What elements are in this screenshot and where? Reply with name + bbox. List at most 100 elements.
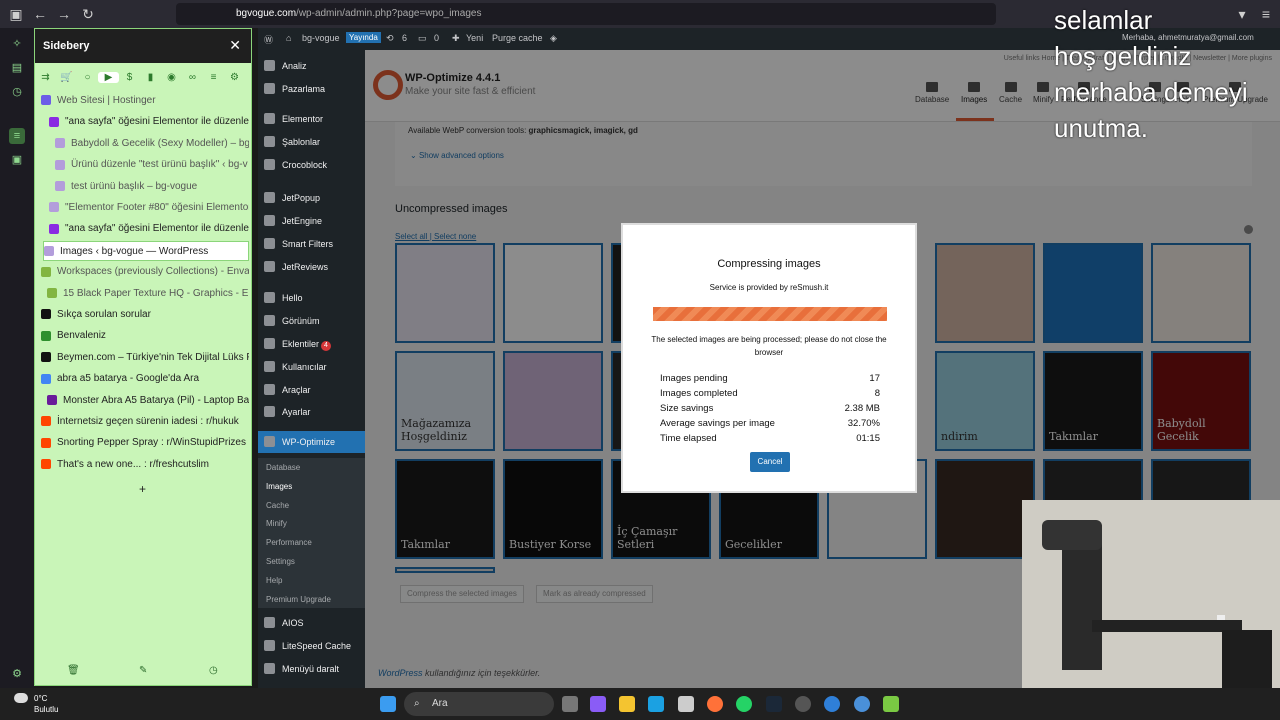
forward-icon[interactable]: → — [54, 4, 74, 24]
sidebar-tab-item[interactable]: Web Sitesi | Hostinger — [41, 91, 249, 111]
windows-start-icon[interactable] — [380, 696, 396, 712]
sidebar-tab-item[interactable]: Sıkça sorulan sorular — [41, 305, 249, 325]
wp-submenu-item[interactable]: Minify — [258, 515, 365, 533]
wp-menu-item[interactable]: Crocoblock — [258, 154, 365, 176]
glasses-icon[interactable]: ∞ — [182, 72, 203, 83]
back-icon[interactable]: ← — [30, 4, 50, 24]
wp-submenu-item[interactable]: Premium Upgrade — [258, 591, 365, 609]
wp-menu-item[interactable]: Pazarlama — [258, 78, 365, 100]
sidebar-icon-rail: ✧ ▤ ◷ ≡ ▣ ⚙ — [0, 28, 34, 688]
sidebery-icon[interactable]: ≡ — [9, 128, 25, 144]
wp-menu-item[interactable]: Ayarlar — [258, 401, 365, 423]
wp-menu-item[interactable]: JetReviews — [258, 256, 365, 278]
wp-menu-item[interactable]: Smart Filters — [258, 233, 365, 255]
trash-icon[interactable]: 🗑 — [67, 665, 80, 676]
app-icon[interactable] — [824, 696, 840, 712]
add-tab-button[interactable]: + — [139, 479, 159, 499]
sidebar-tab-item[interactable]: test ürünü başlık – bg-vogue — [55, 177, 249, 197]
sidebar-tab-item[interactable]: Snorting Pepper Spray : r/WinStupidPrize… — [41, 433, 249, 453]
gamepad-icon[interactable]: ◉ — [161, 72, 182, 83]
diamond-icon[interactable]: ◈ — [550, 33, 557, 44]
file-explorer-icon[interactable] — [619, 696, 635, 712]
weather-widget[interactable]: 0°C Bulutlu — [14, 692, 58, 714]
pin-icon[interactable]: ✎ — [139, 665, 147, 676]
widgets-icon[interactable] — [590, 696, 606, 712]
wp-menu-item[interactable]: LiteSpeed Cache — [258, 635, 365, 657]
sidebar-tab-item[interactable]: "ana sayfa" öğesini Elementor ile düzenl… — [49, 219, 249, 239]
app-icon[interactable] — [854, 696, 870, 712]
history-icon[interactable]: ◷ — [9, 84, 25, 100]
panel-icon[interactable]: ▤ — [9, 60, 25, 76]
app-icon[interactable] — [883, 696, 899, 712]
firefox-icon[interactable] — [707, 696, 723, 712]
favicon-icon — [49, 223, 59, 234]
shield-icon[interactable]: ▣ — [9, 152, 25, 168]
sidebar-tab-item[interactable]: Workspaces (previously Collections) - En… — [41, 262, 249, 282]
sidebar-tab-item[interactable]: Benvaleniz — [41, 326, 249, 346]
steam-icon[interactable] — [766, 696, 782, 712]
wp-menu-item[interactable]: Hello — [258, 287, 365, 309]
dialog-note: The selected images are being processed;… — [651, 335, 887, 357]
taskbar-search[interactable]: ⌕ Ara — [404, 692, 554, 716]
filter-icon[interactable]: ≡ — [203, 72, 224, 83]
wp-menu-item[interactable]: Kullanıcılar — [258, 356, 365, 378]
wp-submenu-item[interactable]: Performance — [258, 534, 365, 552]
wp-menu-item[interactable]: Araçlar — [258, 379, 365, 401]
comments-icon[interactable]: ▭ — [418, 33, 427, 44]
wp-menu-item[interactable]: JetPopup — [258, 187, 365, 209]
sidebar-tab-item[interactable]: "Elementor Footer #80" öğesini Elementor — [49, 198, 249, 218]
new-button[interactable]: Yeni — [466, 33, 483, 43]
sidebar-toggle-icon[interactable]: ▣ — [6, 4, 26, 24]
wp-menu-item[interactable]: AIOS — [258, 612, 365, 634]
sidebar-tab-item[interactable]: 15 Black Paper Texture HQ - Graphics - E… — [47, 284, 249, 304]
task-view-icon[interactable] — [562, 696, 578, 712]
sidebar-tab-item[interactable]: Images ‹ bg-vogue — WordPress — [43, 240, 249, 261]
purge-cache-button[interactable]: Purge cache — [492, 33, 543, 43]
settings-icon[interactable]: ⚙ — [9, 666, 25, 682]
extension-icon[interactable]: ✧ — [9, 36, 25, 52]
url-bar[interactable]: bgvogue.com/wp-admin/admin.php?page=wpo_… — [176, 3, 996, 25]
dollar-icon[interactable]: $ — [119, 72, 140, 83]
clock-icon[interactable]: ◷ — [209, 665, 218, 676]
wp-menu-item[interactable]: WP-Optimize — [258, 431, 365, 453]
settings-icon[interactable]: ⚙ — [224, 72, 245, 83]
close-icon[interactable]: ✕ — [229, 37, 241, 54]
sidebar-tab-item[interactable]: İnternetsiz geçen sürenin iadesi : r/huk… — [41, 412, 249, 432]
stat-label: Time elapsed — [660, 433, 717, 444]
wp-menu-label: Pazarlama — [282, 84, 326, 94]
wp-submenu-item[interactable]: Images — [258, 478, 365, 496]
wp-menu-item[interactable]: Analiz — [258, 55, 365, 77]
panel-tab-icon[interactable]: ⇉ — [35, 72, 56, 83]
store-icon[interactable] — [678, 696, 694, 712]
book-icon[interactable]: ▮ — [140, 72, 161, 83]
wp-menu-item[interactable]: Menüyü daralt — [258, 658, 365, 680]
sidebar-tab-item[interactable]: Ürünü düzenle "test ürünü başlık" ‹ bg-v — [55, 155, 249, 175]
sidebar-tab-item[interactable]: Babydoll & Gecelik (Sexy Modeller) – bg — [55, 134, 249, 154]
wordpress-icon[interactable]: Ⓦ — [264, 33, 273, 46]
wp-menu-item[interactable]: JetEngine — [258, 210, 365, 232]
wp-menu-item[interactable]: Şablonlar — [258, 131, 365, 153]
cart-icon[interactable]: 🛒 — [56, 72, 77, 83]
app-icon[interactable] — [795, 696, 811, 712]
updates-icon[interactable]: ⟲ — [386, 33, 394, 44]
reload-icon[interactable]: ↻ — [78, 4, 98, 24]
sidebar-tab-item[interactable]: Monster Abra A5 Batarya (Pil) - Laptop B… — [47, 391, 249, 411]
wp-submenu-item[interactable]: Help — [258, 572, 365, 590]
wp-submenu-item[interactable]: Database — [258, 459, 365, 477]
wp-menu-item[interactable]: Eklentiler 4 — [258, 333, 365, 355]
circle-icon[interactable]: ○ — [77, 72, 98, 83]
cancel-button[interactable]: Cancel — [750, 452, 790, 472]
sidebar-tab-item[interactable]: abra a5 batarya - Google'da Ara — [41, 369, 249, 389]
wp-menu-item[interactable]: Elementor — [258, 108, 365, 130]
whatsapp-icon[interactable] — [736, 696, 752, 712]
sidebar-tab-item[interactable]: "ana sayfa" öğesini Elementor ile düzenl… — [49, 112, 249, 132]
sidebar-tab-item[interactable]: That's a new one... : r/freshcutslim — [41, 455, 249, 475]
site-name[interactable]: bg-vogue — [302, 33, 340, 43]
wp-menu-label: Elementor — [282, 114, 324, 124]
wp-submenu-item[interactable]: Settings — [258, 553, 365, 571]
wp-menu-item[interactable]: Görünüm — [258, 310, 365, 332]
wp-submenu-item[interactable]: Cache — [258, 497, 365, 515]
edge-icon[interactable] — [648, 696, 664, 712]
play-icon[interactable]: ▶ — [98, 72, 119, 83]
sidebar-tab-item[interactable]: Beymen.com – Türkiye'nin Tek Dijital Lük… — [41, 348, 249, 368]
